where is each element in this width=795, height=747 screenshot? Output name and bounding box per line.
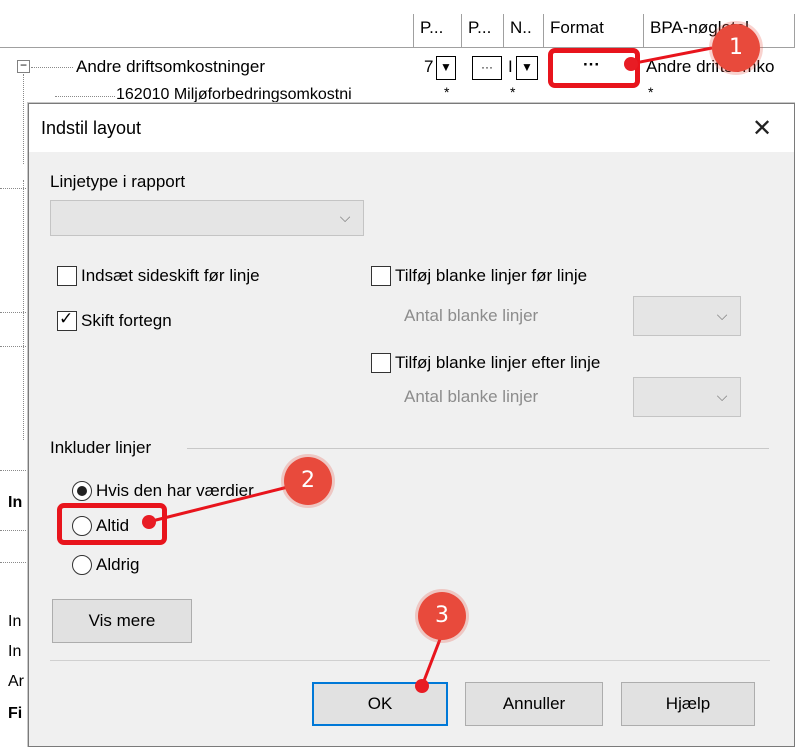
include-if-values-radio[interactable]: [72, 481, 92, 501]
line-type-label: Linjetype i rapport: [50, 172, 186, 191]
column-header-p2[interactable]: P...: [462, 14, 504, 48]
side-fragment: Fi: [8, 705, 23, 722]
blank-after-checkbox[interactable]: [371, 353, 391, 373]
tree-connector: [0, 188, 28, 189]
footer-separator: [50, 660, 770, 661]
step-marker-1: 1: [712, 24, 760, 72]
help-button[interactable]: Hjælp: [621, 682, 755, 726]
side-fragment: In: [8, 613, 22, 630]
sub-row-mark: *: [510, 84, 516, 100]
include-if-values-label[interactable]: Hvis den har værdier: [96, 481, 254, 501]
checkmark-icon: ✓: [59, 309, 74, 328]
column-header-n[interactable]: N..: [504, 14, 544, 48]
tree-connector: [31, 67, 73, 68]
side-fragment: Ar: [8, 673, 24, 690]
tree-connector: [0, 346, 28, 347]
row-cell-p1: 7: [424, 57, 434, 76]
group-divider: [187, 448, 769, 449]
chevron-down-icon: ⌵: [339, 209, 351, 225]
row-cell-n: I: [508, 57, 513, 76]
blank-before-label[interactable]: Tilføj blanke linjer før linje: [395, 266, 587, 286]
column-header-blank: [0, 14, 414, 48]
side-fragment: In: [8, 643, 22, 660]
cancel-button[interactable]: Annuller: [465, 682, 603, 726]
row-dropdown[interactable]: ▼: [436, 56, 456, 80]
include-never-radio[interactable]: [72, 555, 92, 575]
blank-before-count-label: Antal blanke linjer: [404, 306, 539, 325]
tree-connector: [0, 530, 28, 531]
annotation-anchor-dot: [624, 57, 638, 71]
blank-after-label[interactable]: Tilføj blanke linjer efter linje: [395, 353, 600, 373]
chevron-down-icon: ⌵: [716, 307, 728, 323]
annotation-anchor-dot: [142, 515, 156, 529]
insert-pagebreak-checkbox[interactable]: [57, 266, 77, 286]
sub-row-mark: *: [648, 84, 654, 100]
flip-sign-checkbox[interactable]: ✓: [57, 309, 77, 331]
radio-selected-dot: [77, 486, 87, 496]
include-never-label[interactable]: Aldrig: [96, 555, 139, 575]
tree-connector: [0, 312, 28, 313]
annotation-anchor-dot: [415, 679, 429, 693]
layout-dialog: Indstil layout ✕ Linjetype i rapport ⌵ I…: [28, 103, 795, 747]
dialog-title: Indstil layout: [41, 118, 142, 138]
step-marker-3: 3: [418, 592, 466, 640]
sub-row-mark: *: [444, 84, 450, 100]
row-ellipsis-button[interactable]: ···: [472, 56, 502, 80]
column-header-format[interactable]: Format: [544, 14, 644, 48]
tree-row-label[interactable]: Andre driftsomkostninger: [76, 57, 265, 77]
close-icon[interactable]: ✕: [744, 112, 780, 146]
sub-row-label[interactable]: 162010 Miljøforbedringsomkostni: [116, 86, 352, 104]
tree-connector: [55, 96, 115, 97]
side-fragment: In: [8, 494, 23, 511]
include-lines-group-label: Inkluder linjer: [50, 438, 152, 457]
line-type-select[interactable]: ⌵: [50, 200, 364, 236]
blank-after-count-select[interactable]: ⌵: [633, 377, 741, 417]
insert-pagebreak-label[interactable]: Indsæt sideskift før linje: [81, 266, 260, 286]
tree-connector: [23, 180, 24, 440]
chevron-down-icon: ⌵: [716, 388, 728, 404]
blank-after-count-label: Antal blanke linjer: [404, 387, 539, 406]
blank-before-checkbox[interactable]: [371, 266, 391, 286]
flip-sign-label[interactable]: Skift fortegn: [81, 311, 172, 331]
show-more-button[interactable]: Vis mere: [52, 599, 192, 643]
step-marker-2: 2: [284, 457, 332, 505]
tree-connector: [0, 562, 28, 563]
blank-before-count-select[interactable]: ⌵: [633, 296, 741, 336]
column-header-p1[interactable]: P...: [414, 14, 462, 48]
tree-connector: [0, 470, 28, 471]
collapse-toggle-icon[interactable]: −: [17, 59, 30, 73]
row-dropdown-n[interactable]: ▼: [516, 56, 538, 80]
dialog-titlebar[interactable]: Indstil layout ✕: [29, 104, 794, 152]
tree-connector: [23, 74, 24, 164]
